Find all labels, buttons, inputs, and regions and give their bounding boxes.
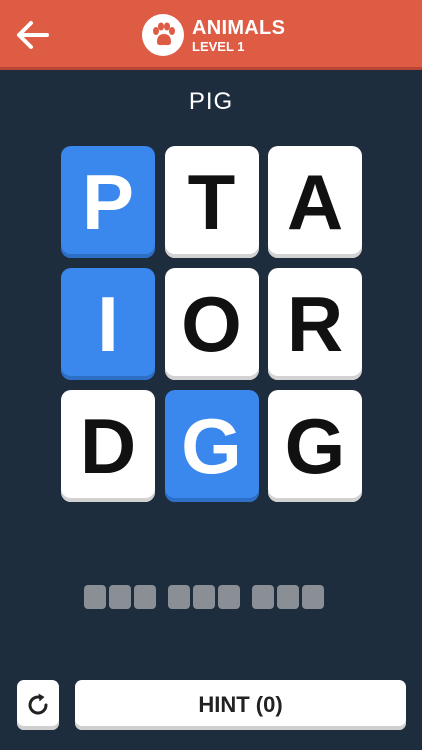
- letter-tile[interactable]: O: [164, 268, 259, 380]
- letter-grid: PTAIORDGG: [61, 146, 362, 502]
- category-badge: [142, 14, 184, 56]
- answer-slot-group: [168, 585, 240, 609]
- back-button[interactable]: [10, 12, 56, 58]
- top-bar: ANIMALS LEVEL 1: [0, 0, 422, 70]
- answer-slot: [277, 585, 299, 609]
- category-name: ANIMALS: [192, 16, 286, 39]
- letter-tile[interactable]: A: [268, 146, 362, 258]
- answer-slot-group: [252, 585, 324, 609]
- letter-tile[interactable]: P: [61, 146, 155, 258]
- letter-tile[interactable]: T: [164, 146, 259, 258]
- answer-slot: [302, 585, 324, 609]
- answer-slot: [218, 585, 240, 609]
- arrow-left-icon: [17, 21, 49, 49]
- target-word: PIG: [188, 88, 234, 115]
- category-text: ANIMALS LEVEL 1: [192, 18, 285, 53]
- answer-slot: [168, 585, 190, 609]
- answer-slot-group: [84, 585, 156, 609]
- letter-tile[interactable]: G: [164, 390, 259, 502]
- letter-tile[interactable]: G: [268, 390, 362, 502]
- answer-slot: [109, 585, 131, 609]
- answer-slot: [134, 585, 156, 609]
- answer-slots: [84, 585, 324, 609]
- category-header: ANIMALS LEVEL 1: [142, 11, 285, 59]
- answer-slot: [252, 585, 274, 609]
- answer-slot: [84, 585, 106, 609]
- answer-slot: [193, 585, 215, 609]
- hint-button[interactable]: HINT (0): [75, 680, 406, 730]
- letter-tile[interactable]: I: [61, 268, 155, 380]
- letter-tile[interactable]: D: [61, 390, 155, 502]
- letter-tile[interactable]: R: [268, 268, 362, 380]
- refresh-icon: [28, 693, 48, 715]
- paw-icon: [153, 22, 175, 46]
- refresh-button[interactable]: [17, 680, 59, 730]
- level-label: LEVEL 1: [192, 38, 245, 54]
